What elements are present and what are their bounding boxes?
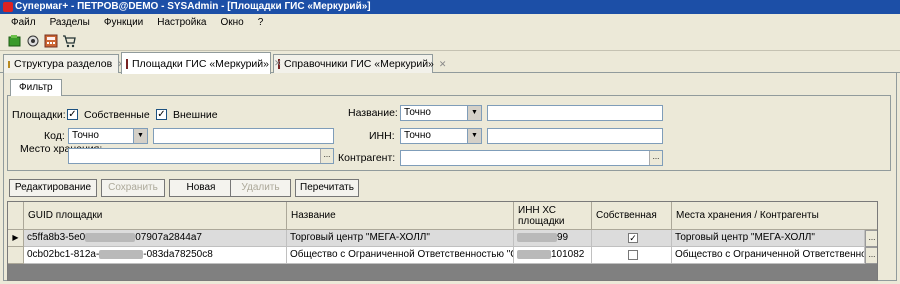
- redacted-mark: [99, 249, 144, 259]
- cell-own[interactable]: ✓: [592, 230, 672, 247]
- tab-sites-label: Площадки ГИС «Меркурий»: [132, 57, 269, 70]
- cart-icon[interactable]: [62, 34, 76, 48]
- name-mode-select[interactable]: Точно ▼: [400, 105, 482, 121]
- guid-end: -083da78250c8: [143, 249, 213, 260]
- own-checkbox[interactable]: ✓: [67, 109, 78, 120]
- tab-directories[interactable]: Справочники ГИС «Меркурий» ✕: [273, 54, 446, 73]
- cell-guid: 0cb02bc1-812a- -083da78250c8: [24, 247, 287, 264]
- tree-icon: [8, 60, 10, 68]
- window-title: Супермаг+ - ПЕТРОВ@DEMO - SYSAdmin - [Пл…: [15, 1, 371, 12]
- menu-bar: Файл Разделы Функции Настройка Окно ?: [0, 14, 900, 31]
- chevron-down-icon[interactable]: ▼: [467, 106, 481, 120]
- cell-name: Общество с Ограниченной Ответственностью…: [287, 247, 514, 264]
- guid-start: 0cb02bc1-812a-: [27, 249, 100, 260]
- app-window: { "window": {"title": "Супермаг+ - ПЕТРО…: [0, 0, 900, 284]
- inn-mode-value: Точно: [404, 130, 431, 141]
- browse-icon[interactable]: ...: [865, 230, 877, 247]
- app-icon: [3, 2, 13, 12]
- cell-storage: Общество с Ограниченной Ответственность.…: [672, 247, 865, 264]
- new-button[interactable]: Новая: [169, 179, 233, 197]
- name-label: Название:: [348, 107, 398, 119]
- reload-button[interactable]: Перечитать: [295, 179, 359, 197]
- row-indicator-header: [8, 202, 24, 230]
- column-header-guid[interactable]: GUID площадки: [24, 202, 287, 230]
- row-indicator: [8, 247, 24, 264]
- external-label: Внешние: [173, 109, 218, 121]
- menu-sections[interactable]: Разделы: [43, 14, 97, 31]
- delete-button[interactable]: Удалить: [230, 179, 291, 197]
- cell-storage: Торговый центр "МЕГА-ХОЛЛ": [672, 230, 865, 247]
- menu-file[interactable]: Файл: [4, 14, 43, 31]
- cell-name: Торговый центр "МЕГА-ХОЛЛ": [287, 230, 514, 247]
- chevron-down-icon[interactable]: ▼: [133, 129, 147, 143]
- cell-own[interactable]: [592, 247, 672, 264]
- guid-end: 07907a2844a7: [135, 232, 202, 243]
- menu-window[interactable]: Окно: [213, 14, 250, 31]
- filter-group: Площадки: ✓ Собственные ✓ Внешние Код: Т…: [7, 95, 891, 171]
- counterparty-input[interactable]: ...: [400, 150, 663, 166]
- column-header-name[interactable]: Название: [287, 202, 514, 230]
- code-mode-value: Точно: [72, 130, 99, 141]
- column-header-own[interactable]: Собственная: [592, 202, 672, 230]
- tab-directories-label: Справочники ГИС «Меркурий»: [284, 58, 434, 70]
- toolbar: [0, 31, 900, 51]
- current-row-icon: ▶: [8, 230, 24, 247]
- tab-structure-label: Структура разделов: [14, 58, 113, 70]
- tab-sites[interactable]: Площадки ГИС «Меркурий» ✕: [121, 52, 282, 74]
- tab-structure[interactable]: Структура разделов ✕: [3, 54, 125, 73]
- column-header-storage[interactable]: Места хранения / Контрагенты: [672, 202, 877, 230]
- close-icon[interactable]: ✕: [439, 59, 447, 70]
- table-row[interactable]: ▶ c5ffa8b3-5e0 07907a2844a7 Торговый цент…: [8, 230, 877, 247]
- guid-start: c5ffa8b3-5e0: [27, 232, 86, 243]
- code-input[interactable]: [153, 128, 334, 144]
- table-row[interactable]: 0cb02bc1-812a- -083da78250c8 Общество с О…: [8, 247, 877, 264]
- settings-icon[interactable]: [26, 34, 40, 48]
- menu-settings[interactable]: Настройка: [150, 14, 213, 31]
- save-button[interactable]: Сохранить: [101, 179, 165, 197]
- edit-button[interactable]: Редактирование: [9, 179, 97, 197]
- redacted-mark: [517, 249, 551, 259]
- open-icon[interactable]: [8, 34, 22, 48]
- chevron-down-icon[interactable]: ▼: [467, 129, 481, 143]
- sites-grid: GUID площадки Название ИНН ХС площадки С…: [7, 201, 878, 281]
- cell-inn: 101082: [514, 247, 592, 264]
- close-icon[interactable]: ✕: [274, 58, 282, 69]
- title-bar: Супермаг+ - ПЕТРОВ@DEMO - SYSAdmin - [Пл…: [0, 0, 900, 14]
- code-label: Код:: [44, 130, 65, 142]
- redacted-mark: [85, 232, 136, 242]
- cell-guid: c5ffa8b3-5e0 07907a2844a7: [24, 230, 287, 247]
- inn-label: ИНН:: [369, 130, 395, 142]
- browse-icon[interactable]: ...: [320, 149, 333, 163]
- inn-input[interactable]: [487, 128, 663, 144]
- name-input[interactable]: [487, 105, 663, 121]
- calculator-icon[interactable]: [44, 34, 58, 48]
- name-mode-value: Точно: [404, 107, 431, 118]
- own-label: Собственные: [84, 109, 150, 121]
- menu-help[interactable]: ?: [251, 14, 271, 31]
- inn-visible: 101082: [551, 249, 585, 260]
- sites-panel: Фильтр Площадки: ✓ Собственные ✓ Внешние…: [3, 73, 897, 281]
- redacted-mark: [517, 232, 557, 242]
- sites-label: Площадки:: [12, 109, 66, 121]
- document-tabs: Структура разделов ✕ Площадки ГИС «Мерку…: [0, 51, 900, 74]
- cell-inn: 99: [514, 230, 592, 247]
- storage-input[interactable]: ...: [68, 148, 334, 164]
- menu-functions[interactable]: Функции: [97, 14, 150, 31]
- code-mode-select[interactable]: Точно ▼: [68, 128, 148, 144]
- browse-icon[interactable]: ...: [865, 247, 877, 264]
- inn-visible: 99: [557, 232, 569, 243]
- inn-mode-select[interactable]: Точно ▼: [400, 128, 482, 144]
- browse-icon[interactable]: ...: [649, 151, 662, 165]
- external-checkbox[interactable]: ✓: [156, 109, 167, 120]
- calendar-icon: [126, 58, 128, 69]
- counterparty-label: Контрагент:: [338, 152, 396, 164]
- filter-tab[interactable]: Фильтр: [10, 79, 62, 96]
- column-header-inn[interactable]: ИНН ХС площадки: [514, 202, 592, 230]
- own-row-checkbox[interactable]: [628, 250, 638, 260]
- own-row-checkbox[interactable]: ✓: [628, 233, 638, 243]
